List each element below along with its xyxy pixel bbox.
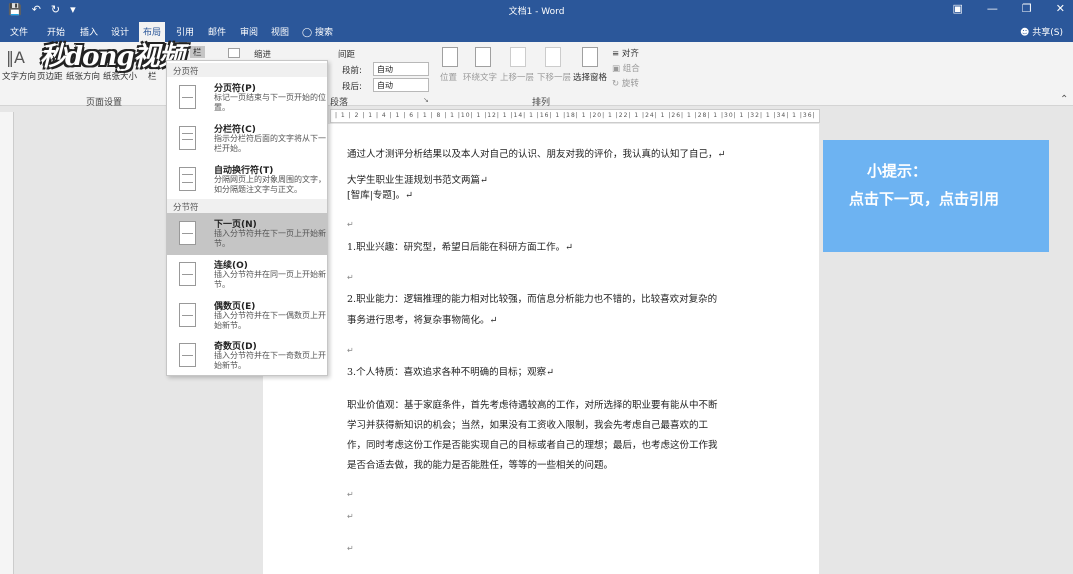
- tip-overlay: 小提示： 点击下一页，点击引用: [823, 140, 1049, 252]
- rotate-label: 旋转: [621, 79, 639, 89]
- even-page-break-item[interactable]: 偶数页(E) 插入分节符并在下一偶数页上开始新节。: [167, 295, 327, 337]
- doc-line: 通过人才测评分析结果以及本人对自己的认识、朋友对我的评价，我认真的认知了自己，↵: [347, 149, 726, 160]
- doc-line: 是否合适去做，我的能力是否能胜任，等等的一些相关的问题。: [347, 460, 614, 471]
- odd-page-break-item[interactable]: 奇数页(D) 插入分节符并在下一奇数页上开始新节。: [167, 335, 327, 377]
- ribbon-display-icon[interactable]: ▣: [953, 2, 963, 15]
- space-after-input[interactable]: 自动: [373, 78, 429, 92]
- selection-pane-button[interactable]: 选择窗格: [573, 71, 607, 83]
- page-break-item[interactable]: 分页符(P) 标记一页结束与下一页开始的位置。: [167, 77, 327, 119]
- send-backward-icon: [545, 47, 561, 67]
- even-page-icon: [179, 303, 196, 327]
- tab-review[interactable]: 审阅: [240, 25, 258, 38]
- rotate-icon: ↻: [612, 79, 620, 89]
- spacing-label: 间距: [338, 50, 356, 60]
- group-button[interactable]: ▣ 组合: [612, 62, 640, 74]
- title-bar: 💾 ↶ ↻ ▾ 文档1 - Word ▣ — ❐ ✕: [0, 0, 1073, 20]
- paragraph-mark: ↵: [347, 273, 354, 282]
- menu-item-desc: 插入分节符并在下一偶数页上开始新节。: [214, 311, 326, 330]
- text-wrapping-break-item[interactable]: 自动换行符(T) 分隔网页上的对象周围的文字，如分隔题注文字与正文。: [167, 159, 327, 201]
- menu-item-desc: 标记一页结束与下一页开始的位置。: [214, 93, 326, 112]
- tab-file[interactable]: 文件: [10, 25, 28, 38]
- rotate-button[interactable]: ↻ 旋转: [612, 77, 639, 89]
- next-page-icon: [179, 221, 196, 245]
- document-title: 文档1 - Word: [508, 7, 565, 17]
- horizontal-ruler[interactable]: | 1 | 2 | 1 | 4 | 1 | 6 | 1 | 8 | 1 |10|…: [330, 109, 820, 123]
- doc-line: 2.职业能力：逻辑推理的能力相对比较强，而信息分析能力也不错的，比较喜欢对复杂的: [347, 294, 718, 305]
- doc-line: 大学生职业生涯规划书范文两篇↵: [347, 175, 488, 186]
- menu-item-desc: 指示分栏符后面的文字将从下一栏开始。: [214, 134, 326, 153]
- watermark-logo: 秒dong视频: [40, 42, 185, 72]
- group-label: 组合: [622, 64, 640, 74]
- group-icon: ▣: [612, 64, 621, 74]
- menu-item-desc: 分隔网页上的对象周围的文字，如分隔题注文字与正文。: [214, 175, 326, 194]
- doc-line: 事务进行思考，将复杂事物简化。↵: [347, 315, 498, 326]
- window-controls: ▣ — ❐ ✕: [953, 2, 1066, 15]
- doc-line: 职业价值观：基于家庭条件，首先考虑待遇较高的工作，对所选择的职业要有能从中不断: [347, 400, 718, 411]
- breaks-button[interactable]: 栏: [190, 46, 205, 58]
- tab-view[interactable]: 视图: [271, 25, 289, 38]
- paragraph-mark: ↵: [347, 220, 354, 229]
- paragraph-mark: ↵: [347, 346, 354, 355]
- lightbulb-icon: ◯: [302, 28, 313, 38]
- paragraph-dialog-launcher-icon[interactable]: ↘: [423, 96, 429, 104]
- share-label: 共享(S): [1032, 28, 1063, 38]
- space-before-input[interactable]: 自动: [373, 62, 429, 76]
- wrap-text-icon: [475, 47, 491, 67]
- minimize-icon[interactable]: —: [987, 2, 998, 15]
- next-page-break-item[interactable]: 下一页(N) 插入分节符并在下一页上开始新节。: [167, 213, 327, 255]
- paragraph-mark: ↵: [347, 490, 354, 499]
- page-breaks-header: 分页符: [167, 63, 327, 77]
- person-icon: ☻: [1019, 28, 1030, 38]
- indent-icon: [228, 48, 240, 58]
- align-button[interactable]: ≡ 对齐: [612, 47, 639, 59]
- space-after-label: 段后:: [342, 82, 362, 92]
- position-icon: [442, 47, 458, 67]
- section-breaks-header: 分节符: [167, 199, 327, 213]
- bring-forward-icon: [510, 47, 526, 67]
- menu-item-desc: 插入分节符并在下一奇数页上开始新节。: [214, 351, 326, 370]
- share-button[interactable]: ☻ 共享(S): [1020, 25, 1063, 38]
- align-label: 对齐: [621, 49, 639, 59]
- selection-pane-icon: [582, 47, 598, 67]
- page-break-icon: [179, 85, 196, 109]
- space-before-label: 段前:: [342, 66, 362, 76]
- continuous-break-item[interactable]: 连续(O) 插入分节符并在同一页上开始新节。: [167, 254, 327, 296]
- column-break-item[interactable]: 分栏符(C) 指示分栏符后面的文字将从下一栏开始。: [167, 118, 327, 160]
- collapse-ribbon-icon[interactable]: ⌃: [1060, 94, 1068, 105]
- position-button[interactable]: 位置: [440, 71, 457, 83]
- align-icon: ≡: [612, 49, 620, 59]
- menu-item-desc: 插入分节符并在下一页上开始新节。: [214, 229, 326, 248]
- continuous-icon: [179, 262, 196, 286]
- close-icon[interactable]: ✕: [1056, 2, 1065, 15]
- send-backward-button[interactable]: 下移一层: [537, 71, 571, 83]
- paragraph-mark: ↵: [347, 544, 354, 553]
- doc-line: 3.个人特质：喜欢追求各种不明确的目标；观察↵: [347, 367, 555, 378]
- odd-page-icon: [179, 343, 196, 367]
- bring-forward-button[interactable]: 上移一层: [500, 71, 534, 83]
- tip-text: 点击下一页，点击引用: [849, 190, 1000, 208]
- paragraph-mark: ↵: [347, 512, 354, 521]
- doc-line: 作，同时考虑这份工作是否能实现自己的目标或者自己的理想；最后，也考虑这份工作我: [347, 440, 718, 451]
- document-page[interactable]: 通过人才测评分析结果以及本人对自己的认识、朋友对我的评价，我认真的认知了自己，↵…: [263, 124, 819, 574]
- tip-title: 小提示：: [867, 162, 928, 180]
- restore-icon[interactable]: ❐: [1022, 2, 1032, 15]
- search-label: 搜索: [314, 28, 333, 38]
- tab-mailings[interactable]: 邮件: [208, 25, 226, 38]
- wrap-text-button[interactable]: 环绕文字: [463, 71, 497, 83]
- tell-me-search[interactable]: ◯ 搜索: [302, 25, 333, 38]
- text-wrapping-icon: [179, 167, 196, 191]
- text-direction-button[interactable]: 文字方向: [2, 70, 36, 82]
- indent-label: 缩进: [254, 50, 272, 60]
- doc-line: [智库|专题]。↵: [347, 190, 414, 201]
- breaks-dropdown-menu: 分页符 分页符(P) 标记一页结束与下一页开始的位置。 分栏符(C) 指示分栏符…: [166, 60, 328, 376]
- doc-line: 1.职业兴趣：研究型，希望日后能在科研方面工作。↵: [347, 242, 574, 253]
- doc-line: 学习并获得新知识的机会；当然，如果没有工资收入限制，我会先考虑自己最喜欢的工: [347, 420, 709, 431]
- vertical-ruler: [0, 112, 14, 574]
- menu-item-desc: 插入分节符并在同一页上开始新节。: [214, 270, 326, 289]
- column-break-icon: [179, 126, 196, 150]
- text-direction-icon[interactable]: ‖A: [6, 48, 25, 67]
